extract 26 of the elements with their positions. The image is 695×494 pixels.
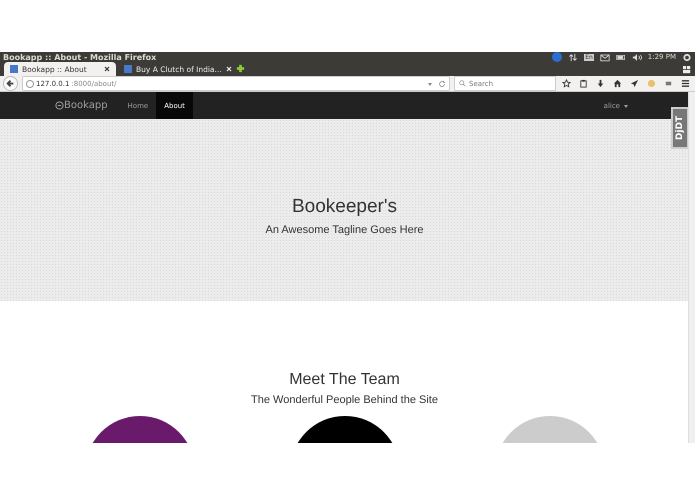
mail-icon[interactable] bbox=[600, 52, 610, 62]
section-subtitle: The Wonderful People Behind the Site bbox=[251, 394, 438, 406]
site-brand[interactable]: Bookapp bbox=[64, 100, 108, 111]
menu-icon[interactable] bbox=[681, 79, 690, 88]
brand-logo-icon[interactable] bbox=[55, 101, 64, 110]
hero-tagline: An Awesome Tagline Goes Here bbox=[266, 224, 424, 236]
close-icon[interactable] bbox=[104, 66, 110, 72]
debug-toolbar-handle[interactable]: DjDT bbox=[671, 107, 689, 149]
back-button[interactable] bbox=[3, 76, 18, 91]
caret-icon[interactable] bbox=[623, 102, 629, 108]
volume-icon[interactable] bbox=[632, 52, 642, 62]
download-icon[interactable] bbox=[596, 79, 605, 88]
send-icon[interactable] bbox=[630, 79, 639, 88]
scrollbar[interactable] bbox=[688, 92, 695, 443]
dropdown-caret-icon[interactable] bbox=[427, 80, 433, 86]
bookmark-star-icon[interactable] bbox=[562, 79, 571, 88]
window-title: Bookapp :: About - Mozilla Firefox bbox=[3, 52, 156, 62]
home-icon[interactable] bbox=[613, 79, 622, 88]
tab-groups-icon[interactable] bbox=[683, 66, 691, 74]
network-icon[interactable] bbox=[568, 52, 578, 62]
hero-title: Bookeeper's bbox=[292, 195, 398, 218]
new-tab-icon[interactable] bbox=[236, 64, 245, 73]
reload-icon[interactable] bbox=[438, 80, 446, 88]
battery-icon[interactable] bbox=[616, 52, 626, 62]
clipboard-icon[interactable] bbox=[579, 79, 588, 88]
section-title: Meet The Team bbox=[289, 371, 400, 389]
